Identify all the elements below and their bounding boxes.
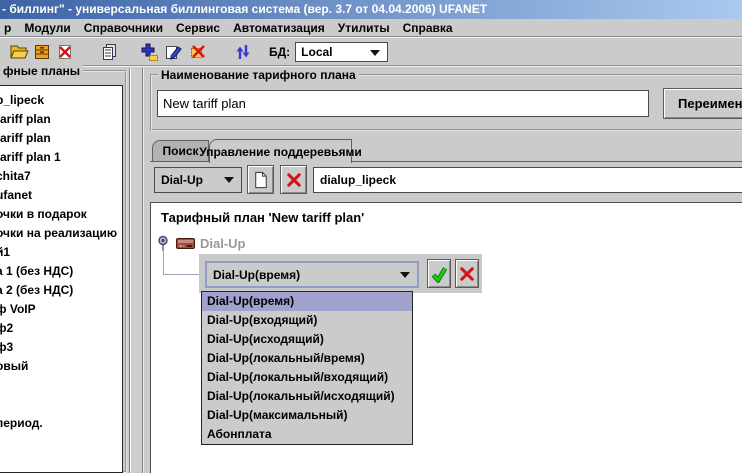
cancel-x-icon bbox=[458, 265, 476, 283]
remove-icon bbox=[187, 42, 207, 62]
edit-icon bbox=[163, 42, 183, 62]
rename-button[interactable]: Переимено bbox=[663, 88, 742, 119]
tree-node-dialup[interactable]: Dial-Up bbox=[200, 236, 246, 251]
dropdown-option[interactable]: Dial-Up(входящий) bbox=[202, 311, 412, 330]
tariff-name-group-title: Наименование тарифного плана bbox=[158, 68, 359, 82]
dropdown-option[interactable]: Dial-Up(локальный/исходящий) bbox=[202, 387, 412, 406]
list-item[interactable]: ф2 bbox=[0, 319, 122, 338]
tab-search-label: Поиск bbox=[162, 144, 198, 158]
tree-expand-handle-icon[interactable] bbox=[156, 234, 171, 252]
edit-button[interactable] bbox=[162, 41, 184, 63]
list-item[interactable] bbox=[0, 395, 122, 414]
archive-button[interactable] bbox=[31, 41, 53, 63]
copy-button[interactable] bbox=[98, 41, 120, 63]
list-item[interactable]: й1 bbox=[0, 243, 122, 262]
refresh-button[interactable] bbox=[232, 41, 254, 63]
menu-item-help[interactable]: Справка bbox=[403, 21, 453, 35]
list-item[interactable]: chita7 bbox=[0, 167, 122, 186]
tariff-plans-group-title: фные планы bbox=[0, 64, 83, 78]
modem-icon bbox=[176, 237, 195, 250]
menu-item-directories[interactable]: Справочники bbox=[84, 21, 163, 35]
node-type-dropdown: Dial-Up(время) Dial-Up(входящий) Dial-Up… bbox=[201, 291, 413, 445]
chevron-down-icon bbox=[400, 272, 410, 278]
subtree-type-select[interactable]: Dial-Up bbox=[154, 167, 242, 193]
dropdown-option[interactable]: Dial-Up(локальный/время) bbox=[202, 349, 412, 368]
list-item[interactable]: tariff plan bbox=[0, 129, 122, 148]
chevron-down-icon bbox=[370, 50, 380, 56]
menu-item-service[interactable]: Сервис bbox=[176, 21, 220, 35]
tab-subtree-management[interactable]: Управление поддеревьями bbox=[209, 139, 352, 163]
window-titlebar[interactable]: - биллинг" - универсальная биллинговая с… bbox=[0, 0, 742, 19]
dropdown-option[interactable]: Dial-Up(максимальный) bbox=[202, 406, 412, 425]
list-item[interactable]: tariff plan bbox=[0, 110, 122, 129]
new-document-icon bbox=[251, 170, 270, 190]
subtree-name-input[interactable] bbox=[313, 167, 742, 193]
window-title: - биллинг" - универсальная биллинговая с… bbox=[2, 2, 487, 16]
db-selected-value: Local bbox=[301, 45, 332, 59]
tab-subtree-management-label: Управление поддеревьями bbox=[199, 145, 362, 159]
archive-icon bbox=[32, 42, 52, 62]
refresh-icon bbox=[233, 42, 253, 62]
subtree-type-value: Dial-Up bbox=[161, 173, 203, 187]
list-item[interactable]: ф3 bbox=[0, 338, 122, 357]
menu-item-automation[interactable]: Автоматизация bbox=[233, 21, 325, 35]
main-toolbar: БД: Local bbox=[0, 39, 742, 66]
delete-doc-icon bbox=[55, 42, 75, 62]
delete-x-icon bbox=[285, 171, 303, 189]
dropdown-option[interactable]: Dial-Up(локальный/входящий) bbox=[202, 368, 412, 387]
tariff-name-input[interactable] bbox=[157, 90, 649, 117]
panel-splitter[interactable] bbox=[130, 68, 143, 473]
node-type-select[interactable]: Dial-Up(время) bbox=[205, 261, 419, 288]
list-item[interactable]: p_lipeck bbox=[0, 91, 122, 110]
list-item[interactable]: овый bbox=[0, 357, 122, 376]
tariff-plans-list[interactable]: p_lipeck tariff plan tariff plan tariff … bbox=[0, 85, 123, 473]
list-item[interactable]: tariff plan 1 bbox=[0, 148, 122, 167]
list-item[interactable]: ф VoIP bbox=[0, 300, 122, 319]
delete-subtree-button[interactable] bbox=[280, 165, 307, 194]
dropdown-option[interactable]: Dial-Up(исходящий) bbox=[202, 330, 412, 349]
list-item[interactable] bbox=[0, 376, 122, 395]
list-item[interactable]: очки в подарок bbox=[0, 205, 122, 224]
menu-bar: р Модули Справочники Сервис Автоматизаци… bbox=[0, 19, 742, 37]
dropdown-option[interactable]: Dial-Up(время) bbox=[202, 292, 412, 311]
new-subtree-button[interactable] bbox=[247, 165, 274, 194]
remove-button[interactable] bbox=[186, 41, 208, 63]
tree-connector bbox=[163, 252, 164, 274]
list-item[interactable]: а 2 (без НДС) bbox=[0, 281, 122, 300]
tree-connector bbox=[163, 274, 199, 275]
db-select[interactable]: Local bbox=[295, 42, 388, 62]
menu-item-modules[interactable]: Модули bbox=[24, 21, 70, 35]
list-item[interactable]: а 1 (без НДС) bbox=[0, 262, 122, 281]
node-type-selected-value: Dial-Up(время) bbox=[213, 268, 300, 282]
tree-heading: Тарифный план 'New tariff plan' bbox=[161, 210, 364, 225]
dropdown-option[interactable]: Абонплата bbox=[202, 425, 412, 444]
rename-button-label: Переимено bbox=[678, 96, 742, 111]
copy-icon bbox=[99, 42, 119, 62]
list-item[interactable]: период. bbox=[0, 414, 122, 433]
confirm-check-icon bbox=[430, 265, 448, 283]
delete-button[interactable] bbox=[54, 41, 76, 63]
confirm-button[interactable] bbox=[427, 259, 451, 288]
open-button[interactable] bbox=[8, 41, 30, 63]
cancel-button[interactable] bbox=[455, 259, 479, 288]
db-label: БД: bbox=[269, 45, 290, 59]
menu-item-utilities[interactable]: Утилиты bbox=[338, 21, 390, 35]
list-item[interactable]: ufanet bbox=[0, 186, 122, 205]
chevron-down-icon bbox=[224, 177, 234, 183]
add-button[interactable] bbox=[138, 41, 160, 63]
open-icon bbox=[9, 42, 29, 62]
add-icon bbox=[139, 42, 159, 62]
list-item[interactable]: очки на реализацию bbox=[0, 224, 122, 243]
menu-item-cropped[interactable]: р bbox=[4, 21, 11, 35]
